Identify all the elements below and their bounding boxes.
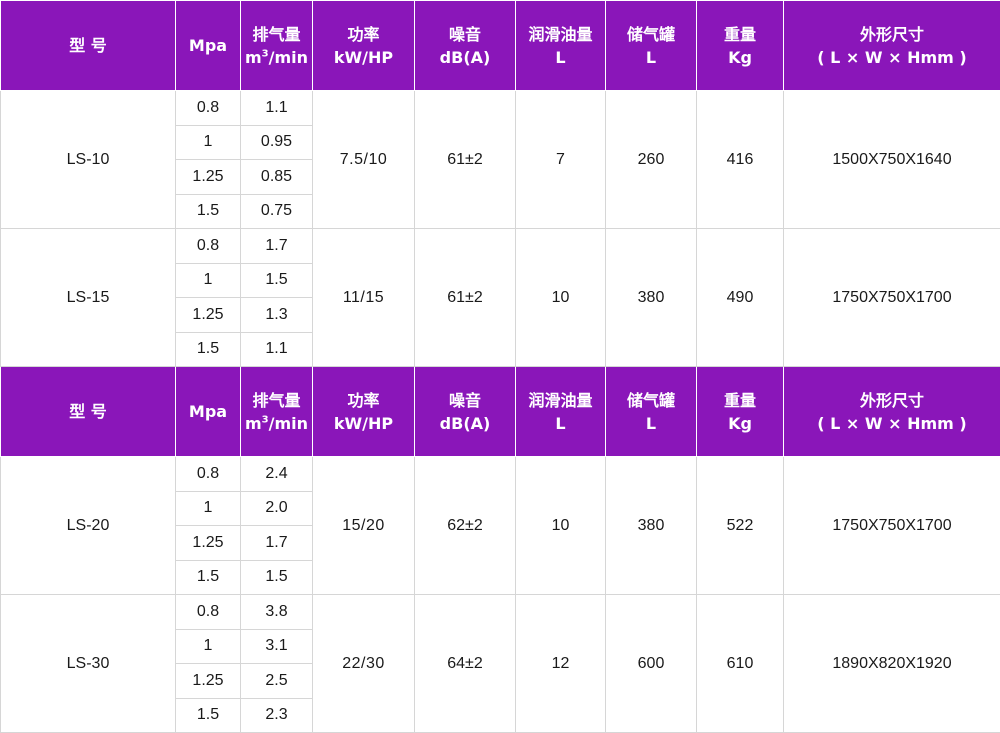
model-name: LS-20	[0, 456, 176, 595]
pressure-cell: 1.5	[175, 559, 241, 595]
power-cell: 22/30	[312, 594, 415, 733]
dims-cell: 1750X750X1700	[783, 456, 1000, 595]
pressure-cell: 0.8	[175, 228, 241, 264]
pressure-cell: 1.25	[175, 297, 241, 333]
tank-cell: 380	[605, 228, 697, 367]
pressure-cell: 1.25	[175, 663, 241, 699]
flow-cell: 1.7	[240, 228, 313, 264]
power-cell: 15/20	[312, 456, 415, 595]
spec-table: 型 号 Mpa 排气量 m3/min 功率 kW/HP 噪音 dB(A) 润滑油量 L …	[0, 0, 1000, 733]
weight-cell: 490	[696, 228, 784, 367]
model-name: LS-30	[0, 594, 176, 733]
header-dims: 外形尺寸( L × W × Hmm )	[783, 0, 1000, 91]
noise-cell: 61±2	[414, 90, 516, 229]
pressure-cell: 0.8	[175, 90, 241, 126]
header-flow: 排气量 m3/min	[240, 0, 313, 91]
header-row: 型 号 Mpa 排气量 m3/min 功率 kW/HP 噪音 dB(A) 润滑油量 L …	[0, 366, 1000, 457]
weight-cell: 522	[696, 456, 784, 595]
header-noise: 噪音 dB(A)	[414, 0, 516, 91]
pressure-cell: 1.5	[175, 331, 241, 367]
pressure-cell: 1	[175, 628, 241, 664]
oil-cell: 12	[515, 594, 606, 733]
header-tank: 储气罐 L	[605, 366, 697, 457]
header-mpa: Mpa	[175, 0, 241, 91]
noise-cell: 61±2	[414, 228, 516, 367]
header-weight: 重量 Kg	[696, 366, 784, 457]
flow-cell: 1.5	[240, 559, 313, 595]
weight-cell: 610	[696, 594, 784, 733]
header-weight: 重量 Kg	[696, 0, 784, 91]
header-power: 功率 kW/HP	[312, 366, 415, 457]
oil-cell: 10	[515, 228, 606, 367]
header-oil: 润滑油量 L	[515, 0, 606, 91]
pressure-cell: 1.25	[175, 525, 241, 561]
header-oil: 润滑油量 L	[515, 366, 606, 457]
dims-cell: 1500X750X1640	[783, 90, 1000, 229]
header-model: 型 号	[0, 0, 176, 91]
header-dims: 外形尺寸( L × W × Hmm )	[783, 366, 1000, 457]
tank-cell: 600	[605, 594, 697, 733]
flow-cell: 1.3	[240, 297, 313, 333]
table-row: LS-30 0.8 3.8 22/30 64±2 12 600 610 1890X820X192…	[0, 594, 1000, 733]
pressure-cell: 1.25	[175, 159, 241, 195]
flow-cell: 1.5	[240, 262, 313, 298]
flow-cell: 0.85	[240, 159, 313, 195]
tank-cell: 380	[605, 456, 697, 595]
flow-cell: 0.75	[240, 193, 313, 229]
header-mpa: Mpa	[175, 366, 241, 457]
header-noise: 噪音 dB(A)	[414, 366, 516, 457]
noise-cell: 62±2	[414, 456, 516, 595]
oil-cell: 7	[515, 90, 606, 229]
dims-cell: 1890X820X1920	[783, 594, 1000, 733]
power-cell: 11/15	[312, 228, 415, 367]
model-name: LS-10	[0, 90, 176, 229]
pressure-cell: 1	[175, 262, 241, 298]
flow-cell: 2.3	[240, 697, 313, 733]
tank-cell: 260	[605, 90, 697, 229]
table-row: LS-20 0.8 2.4 15/20 62±2 10 380 522 1750X750X170…	[0, 456, 1000, 595]
flow-cell: 2.4	[240, 456, 313, 492]
pressure-cell: 0.8	[175, 456, 241, 492]
header-model: 型 号	[0, 366, 176, 457]
flow-cell: 2.5	[240, 663, 313, 699]
header-flow: 排气量 m3/min	[240, 366, 313, 457]
power-cell: 7.5/10	[312, 90, 415, 229]
header-row: 型 号 Mpa 排气量 m3/min 功率 kW/HP 噪音 dB(A) 润滑油量 L …	[0, 0, 1000, 91]
flow-cell: 0.95	[240, 124, 313, 160]
header-tank: 储气罐 L	[605, 0, 697, 91]
noise-cell: 64±2	[414, 594, 516, 733]
weight-cell: 416	[696, 90, 784, 229]
pressure-cell: 1	[175, 490, 241, 526]
dims-cell: 1750X750X1700	[783, 228, 1000, 367]
flow-cell: 3.1	[240, 628, 313, 664]
header-power: 功率 kW/HP	[312, 0, 415, 91]
flow-cell: 3.8	[240, 594, 313, 630]
flow-cell: 1.1	[240, 331, 313, 367]
flow-cell: 1.1	[240, 90, 313, 126]
oil-cell: 10	[515, 456, 606, 595]
pressure-cell: 1.5	[175, 697, 241, 733]
flow-cell: 2.0	[240, 490, 313, 526]
model-name: LS-15	[0, 228, 176, 367]
pressure-cell: 1	[175, 124, 241, 160]
pressure-cell: 1.5	[175, 193, 241, 229]
flow-cell: 1.7	[240, 525, 313, 561]
pressure-cell: 0.8	[175, 594, 241, 630]
table-row: LS-15 0.8 1.7 11/15 61±2 10 380 490 1750X750X170…	[0, 228, 1000, 367]
table-row: LS-10 0.8 1.1 7.5/10 61±2 7 260 416 1500X750X164…	[0, 90, 1000, 229]
